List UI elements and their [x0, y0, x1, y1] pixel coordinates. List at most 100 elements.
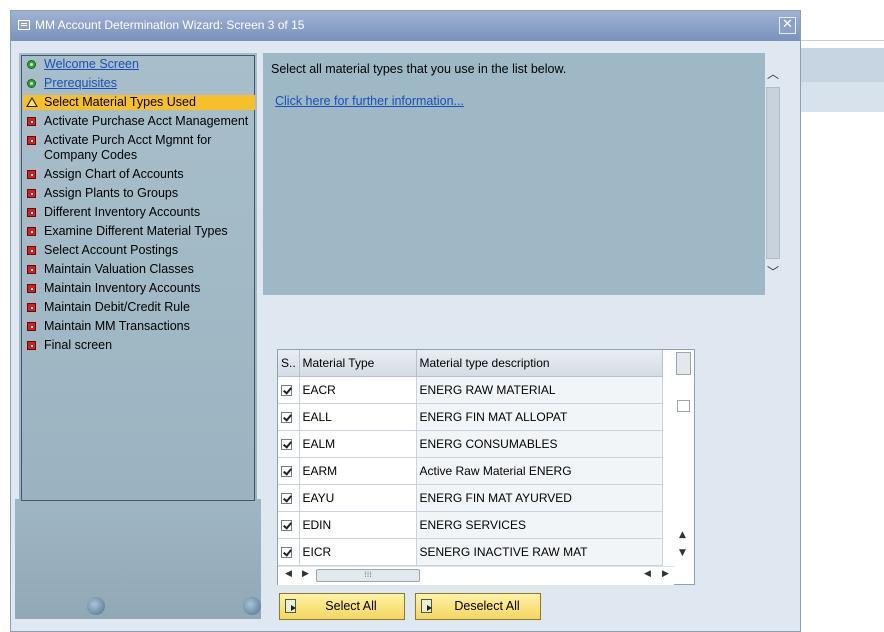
select-cell [278, 484, 300, 512]
info-panel: Select all material types that you use i… [263, 53, 765, 295]
row-checkbox[interactable] [281, 385, 292, 397]
description-cell: ENERG FIN MAT ALLOPAT [416, 403, 663, 431]
step-item[interactable]: Select Account Postings [23, 243, 255, 258]
window-icon [18, 20, 30, 30]
red-square-icon [27, 341, 36, 350]
deselect-all-icon [421, 599, 432, 613]
description-cell: ENERG SERVICES [416, 511, 663, 539]
scroll-right-icon[interactable]: ▶ [662, 569, 669, 579]
table-row[interactable]: EALM ENERG CONSUMABLES [278, 430, 663, 458]
select-all-label: Select All [325, 599, 377, 613]
scroll-thumb[interactable] [676, 352, 691, 375]
column-header-description[interactable]: Material type description [416, 350, 663, 377]
description-cell: Active Raw Material ENERG [416, 457, 663, 485]
step-item[interactable]: Assign Chart of Accounts [23, 167, 255, 182]
table-row[interactable]: EICR SENERG INACTIVE RAW MAT [278, 538, 663, 566]
step-label: Maintain Valuation Classes [44, 262, 194, 276]
red-square-icon [27, 136, 36, 145]
scroll-thumb[interactable] [766, 87, 780, 259]
navigation-panel-footer [15, 499, 261, 619]
scroll-left-icon[interactable]: ◀ [644, 569, 651, 579]
step-label: Activate Purch Acct Mgmnt for Company Co… [44, 133, 212, 162]
row-checkbox[interactable] [281, 520, 292, 532]
green-circle-icon [27, 79, 36, 88]
row-checkbox[interactable] [281, 412, 292, 424]
scroll-thumb[interactable]: ⁞⁞⁞ [316, 569, 420, 582]
step-label: Different Inventory Accounts [44, 205, 201, 219]
material-type-cell: EACR [299, 376, 417, 404]
scroll-up-icon[interactable]: ︿ [767, 65, 779, 82]
row-checkbox[interactable] [281, 439, 292, 451]
step-label: Examine Different Material Types [44, 224, 228, 238]
material-type-cell: EDIN [299, 511, 417, 539]
scroll-left-icon[interactable]: ◀ [285, 569, 292, 579]
globe-icon [243, 597, 261, 615]
close-button[interactable]: ✕ [779, 17, 796, 34]
step-item[interactable]: Activate Purch Acct Mgmnt for Company Co… [23, 133, 255, 163]
deselect-all-label: Deselect All [454, 599, 520, 613]
table-row[interactable]: EAYU ENERG FIN MAT AYURVED [278, 484, 663, 512]
step-label: Maintain Inventory Accounts [44, 281, 201, 295]
step-item[interactable]: Select Material Types Used [23, 95, 255, 110]
red-square-icon [27, 246, 36, 255]
step-item[interactable]: Final screen [23, 338, 255, 353]
red-square-icon [27, 189, 36, 198]
red-square-icon [27, 265, 36, 274]
select-cell [278, 511, 300, 539]
instruction-text: Select all material types that you use i… [271, 62, 567, 76]
step-label: Assign Plants to Groups [44, 186, 179, 200]
table-horizontal-scrollbar[interactable]: ◀ ▶ ⁞⁞⁞ ◀ ▶ [278, 566, 674, 585]
step-item[interactable]: Maintain Valuation Classes [23, 262, 255, 277]
scroll-position-marker[interactable] [677, 400, 690, 412]
select-all-button[interactable]: Select All [279, 593, 405, 620]
step-label: Select Account Postings [44, 243, 179, 257]
scroll-right-icon[interactable]: ▶ [302, 569, 309, 579]
step-label: Select Material Types Used [44, 95, 196, 109]
step-label: Welcome Screen [44, 57, 139, 71]
scroll-down-icon[interactable]: ▼ [679, 548, 686, 558]
step-item[interactable]: Assign Plants to Groups [23, 186, 255, 201]
scroll-down-icon[interactable]: ﹀ [767, 263, 779, 280]
red-square-icon [27, 170, 36, 179]
material-type-cell: EARM [299, 457, 417, 485]
description-cell: ENERG FIN MAT AYURVED [416, 484, 663, 512]
globe-icon [87, 597, 105, 615]
step-label: Maintain MM Transactions [44, 319, 190, 333]
row-checkbox[interactable] [281, 466, 292, 478]
row-checkbox[interactable] [281, 493, 292, 505]
column-header-material-type[interactable]: Material Type [299, 350, 417, 377]
description-cell: ENERG CONSUMABLES [416, 430, 663, 458]
step-item[interactable]: Maintain MM Transactions [23, 319, 255, 334]
background-toolbar [800, 48, 884, 82]
step-list: Welcome Screen Prerequisites Select Materi… [23, 57, 255, 357]
step-item[interactable]: Examine Different Material Types [23, 224, 255, 239]
green-circle-icon [27, 60, 36, 69]
info-scrollbar[interactable]: ︿ ﹀ [765, 53, 781, 295]
step-item[interactable]: Different Inventory Accounts [23, 205, 255, 220]
table-row[interactable]: EDIN ENERG SERVICES [278, 511, 663, 539]
step-item[interactable]: Prerequisites [23, 76, 255, 91]
title-bar: MM Account Determination Wizard: Screen … [11, 11, 800, 41]
step-item[interactable]: Welcome Screen [23, 57, 255, 72]
scroll-up-icon[interactable]: ▲ [679, 530, 686, 540]
select-cell [278, 538, 300, 566]
step-label: Final screen [44, 338, 113, 352]
table-vertical-scrollbar[interactable]: ▲ ▼ [674, 350, 694, 566]
step-item[interactable]: Activate Purchase Acct Management [23, 114, 255, 129]
select-all-icon [285, 599, 296, 613]
step-item[interactable]: Maintain Debit/Credit Rule [23, 300, 255, 315]
window-title: MM Account Determination Wizard: Screen … [35, 18, 305, 32]
select-cell [278, 403, 300, 431]
deselect-all-button[interactable]: Deselect All [415, 593, 541, 620]
table-row[interactable]: EARM Active Raw Material ENERG [278, 457, 663, 485]
step-item[interactable]: Maintain Inventory Accounts [23, 281, 255, 296]
further-information-link[interactable]: Click here for further information... [275, 94, 464, 108]
table-row[interactable]: EACR ENERG RAW MATERIAL [278, 376, 663, 404]
material-type-cell: EICR [299, 538, 417, 566]
row-checkbox[interactable] [281, 547, 292, 559]
red-square-icon [27, 227, 36, 236]
table-row[interactable]: EALL ENERG FIN MAT ALLOPAT [278, 403, 663, 431]
step-label: Assign Chart of Accounts [44, 167, 184, 181]
warning-icon [26, 97, 38, 107]
column-header-select[interactable]: S.. [278, 350, 300, 377]
